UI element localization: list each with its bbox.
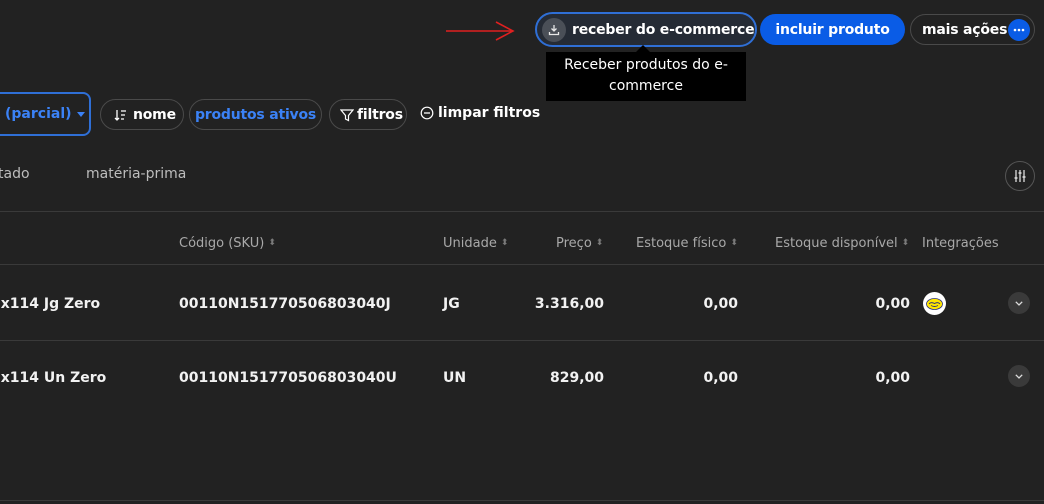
download-tray-icon xyxy=(542,17,566,42)
caret-down-icon xyxy=(76,111,85,117)
expand-row-button[interactable] xyxy=(1008,365,1030,387)
row-divider xyxy=(0,340,1044,341)
sliders-icon xyxy=(1014,170,1026,182)
column-header-price[interactable]: Preço ⬍ xyxy=(556,236,603,251)
active-products-label: produtos ativos xyxy=(194,106,317,123)
tabs-divider xyxy=(0,211,1044,212)
product-stock-physical: 0,00 xyxy=(703,370,738,386)
partial-select-label: (parcial) xyxy=(5,106,72,122)
table-bottom-divider xyxy=(0,500,1044,501)
chevron-down-icon xyxy=(1015,373,1023,379)
minus-circle-icon xyxy=(420,106,434,120)
tooltip: Receber produtos do e-commerce xyxy=(546,52,746,101)
sort-arrows-icon xyxy=(114,109,126,121)
product-name[interactable]: 5x114 Jg Zero xyxy=(0,296,100,312)
column-header-stock-physical[interactable]: Estoque físico ⬍ xyxy=(636,236,738,251)
more-actions-button[interactable]: mais ações xyxy=(910,14,1035,45)
receive-ecommerce-button[interactable]: receber do e-commerce xyxy=(535,12,757,47)
tab-raw-material[interactable]: matéria-prima xyxy=(86,166,186,182)
filters-button[interactable]: filtros xyxy=(329,99,407,130)
column-header-integrations: Integrações xyxy=(922,236,999,251)
product-unit: UN xyxy=(443,370,467,386)
column-header-sku[interactable]: Código (SKU) ⬍ xyxy=(179,236,276,251)
product-sku: 00110N151770506803040J xyxy=(179,296,391,312)
more-actions-label: mais ações xyxy=(922,21,1008,38)
product-price: 829,00 xyxy=(549,370,604,386)
sort-icon: ⬍ xyxy=(730,238,738,248)
column-header-unit[interactable]: Unidade ⬍ xyxy=(443,236,508,251)
active-products-filter[interactable]: produtos ativos xyxy=(189,99,322,130)
filters-label: filtros xyxy=(357,106,403,123)
include-product-label: incluir produto xyxy=(775,21,890,38)
expand-row-button[interactable] xyxy=(1008,292,1030,314)
product-unit: JG xyxy=(443,296,460,312)
header-divider xyxy=(0,264,1044,265)
clear-filters-button[interactable]: limpar filtros xyxy=(420,105,540,121)
clear-filters-label: limpar filtros xyxy=(438,105,541,121)
tooltip-arrow xyxy=(636,45,650,52)
annotation-arrow xyxy=(446,21,515,41)
receive-ecommerce-label: receber do e-commerce xyxy=(572,21,755,38)
sort-icon: ⬍ xyxy=(901,238,910,248)
columns-settings-button[interactable] xyxy=(1005,161,1035,191)
include-product-button[interactable]: incluir produto xyxy=(760,14,905,45)
sort-button[interactable]: nome xyxy=(100,99,184,130)
sort-icon: ⬍ xyxy=(595,238,604,248)
chevron-down-icon xyxy=(1015,300,1023,306)
column-header-stock-available[interactable]: Estoque disponível ⬍ xyxy=(775,236,909,251)
sort-icon: ⬍ xyxy=(500,238,509,248)
partial-select[interactable]: (parcial) xyxy=(0,92,91,136)
product-stock-available: 0,00 xyxy=(875,370,910,386)
tab-partial[interactable]: tado xyxy=(0,166,30,182)
product-price: 3.316,00 xyxy=(534,296,604,312)
product-sku: 00110N151770506803040U xyxy=(179,370,397,386)
sort-label: nome xyxy=(133,106,176,123)
ellipsis-icon xyxy=(1008,19,1030,41)
sort-icon: ⬍ xyxy=(268,238,276,248)
product-name[interactable]: 5x114 Un Zero xyxy=(0,370,106,386)
funnel-icon xyxy=(340,108,354,121)
product-stock-available: 0,00 xyxy=(875,296,910,312)
product-stock-physical: 0,00 xyxy=(703,296,738,312)
marketplace-logo-icon xyxy=(923,292,946,315)
